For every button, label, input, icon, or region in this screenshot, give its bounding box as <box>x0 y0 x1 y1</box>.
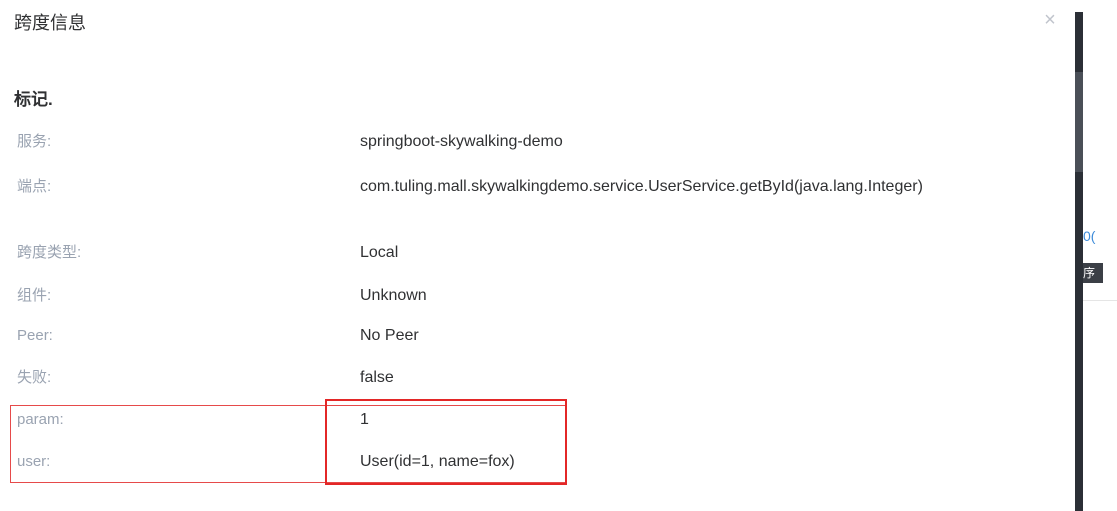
failed-value: false <box>360 369 394 386</box>
endpoint-value: com.tuling.mall.skywalkingdemo.service.U… <box>360 178 923 195</box>
background-scrollbar[interactable] <box>1075 12 1083 511</box>
span-type-label: 跨度类型: <box>17 244 82 261</box>
peer-value: No Peer <box>360 327 419 344</box>
param-label: param: <box>17 411 64 428</box>
user-label: user: <box>17 453 51 470</box>
param-value: 1 <box>360 411 369 428</box>
component-value: Unknown <box>360 287 427 304</box>
scrollbar-thumb[interactable] <box>1075 72 1083 172</box>
close-icon[interactable]: × <box>1040 10 1060 30</box>
background-link-fragment[interactable]: 0( <box>1083 228 1095 244</box>
background-page-strip: 0( 序 <box>1075 0 1117 511</box>
dialog-title: 跨度信息 <box>14 13 86 33</box>
user-value: User(id=1, name=fox) <box>360 453 515 470</box>
background-divider <box>1083 300 1117 301</box>
component-label: 组件: <box>17 287 52 304</box>
span-info-dialog: 跨度信息 × 标记. 服务: springboot-skywalking-dem… <box>0 0 1075 511</box>
peer-label: Peer: <box>17 327 53 344</box>
tags-section-title: 标记. <box>14 90 53 109</box>
span-type-value: Local <box>360 244 399 261</box>
background-label-fragment: 序 <box>1083 263 1103 283</box>
service-label: 服务: <box>17 133 52 150</box>
endpoint-label: 端点: <box>17 178 52 195</box>
service-value: springboot-skywalking-demo <box>360 133 563 150</box>
failed-label: 失败: <box>17 369 52 386</box>
